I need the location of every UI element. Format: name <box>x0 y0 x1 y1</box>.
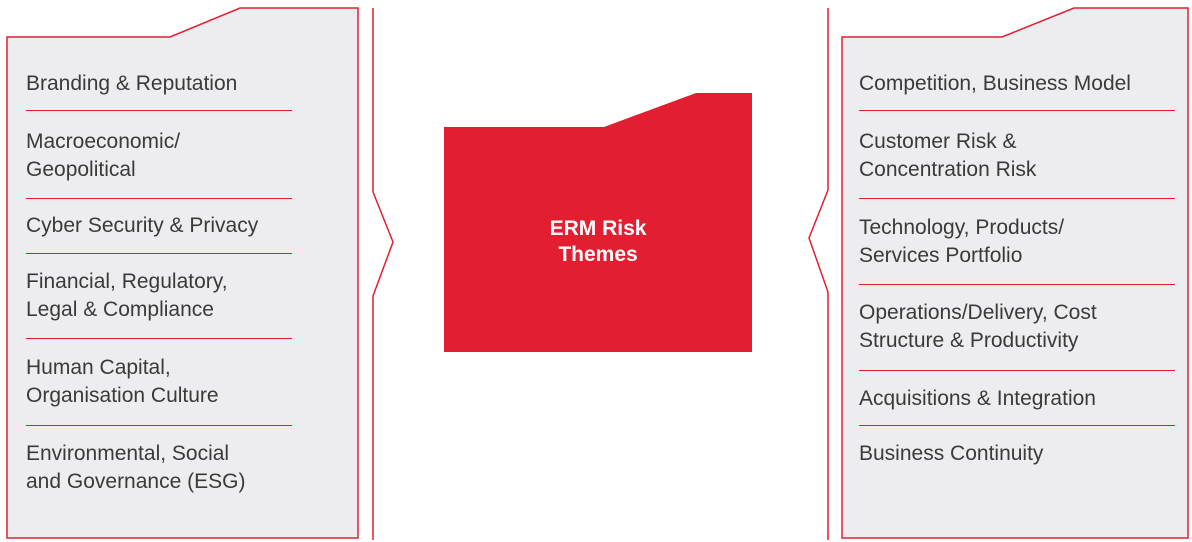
right-item-acquisitions: Acquisitions & Integration <box>859 385 1096 413</box>
right-item-operations-line-1: Operations/Delivery, Cost <box>859 301 1097 324</box>
left-item-macroeconomic: Macroeconomic/ Geopolitical <box>26 128 180 184</box>
right-item-operations: Operations/Delivery, Cost Structure & Pr… <box>859 299 1097 355</box>
left-item-esg-line-1: Environmental, Social <box>26 442 230 465</box>
right-item-acquisitions-line-1: Acquisitions & Integration <box>859 387 1096 410</box>
left-item-financial-line-1: Financial, Regulatory, <box>26 270 228 293</box>
left-divider <box>26 338 292 339</box>
right-divider <box>859 284 1175 285</box>
left-item-financial-line-2: Legal & Compliance <box>26 298 214 321</box>
left-divider <box>26 425 292 426</box>
right-item-customer-risk-line-1: Customer Risk & <box>859 130 1017 153</box>
center-title: ERM Risk Themes <box>444 216 752 268</box>
right-item-operations-line-2: Structure & Productivity <box>859 329 1079 352</box>
left-item-esg: Environmental, Social and Governance (ES… <box>26 440 245 496</box>
right-item-customer-risk-line-2: Concentration Risk <box>859 158 1037 181</box>
left-item-financial-regulatory: Financial, Regulatory, Legal & Complianc… <box>26 268 228 324</box>
left-item-human-capital: Human Capital, Organisation Culture <box>26 354 219 410</box>
right-divider <box>859 370 1175 371</box>
left-item-human-capital-line-2: Organisation Culture <box>26 384 219 407</box>
left-item-cyber-security: Cyber Security & Privacy <box>26 212 258 240</box>
right-item-competition: Competition, Business Model <box>859 70 1131 98</box>
left-item-human-capital-line-1: Human Capital, <box>26 356 171 379</box>
left-item-macroeconomic-line-1: Macroeconomic/ <box>26 130 181 153</box>
left-item-macroeconomic-line-2: Geopolitical <box>26 158 136 181</box>
right-item-technology: Technology, Products/ Services Portfolio <box>859 214 1064 270</box>
left-divider <box>26 253 292 254</box>
right-item-technology-line-2: Services Portfolio <box>859 244 1023 267</box>
left-item-branding: Branding & Reputation <box>26 70 237 98</box>
right-item-business-continuity: Business Continuity <box>859 440 1043 468</box>
right-divider <box>859 425 1175 426</box>
left-connector-line <box>372 8 394 540</box>
left-divider <box>26 198 292 199</box>
right-item-technology-line-1: Technology, Products/ <box>859 216 1065 239</box>
left-item-branding-line-1: Branding & Reputation <box>26 72 238 95</box>
right-item-business-continuity-line-1: Business Continuity <box>859 442 1044 465</box>
right-divider <box>859 110 1175 111</box>
left-item-esg-line-2: and Governance (ESG) <box>26 470 246 493</box>
center-title-line-1: ERM Risk <box>549 217 647 240</box>
center-title-line-2: Themes <box>558 243 638 266</box>
right-connector-line <box>808 8 829 540</box>
right-item-competition-line-1: Competition, Business Model <box>859 72 1131 95</box>
right-item-customer-risk: Customer Risk & Concentration Risk <box>859 128 1036 184</box>
left-item-cyber-security-line-1: Cyber Security & Privacy <box>26 214 259 237</box>
right-divider <box>859 198 1175 199</box>
left-divider <box>26 110 292 111</box>
